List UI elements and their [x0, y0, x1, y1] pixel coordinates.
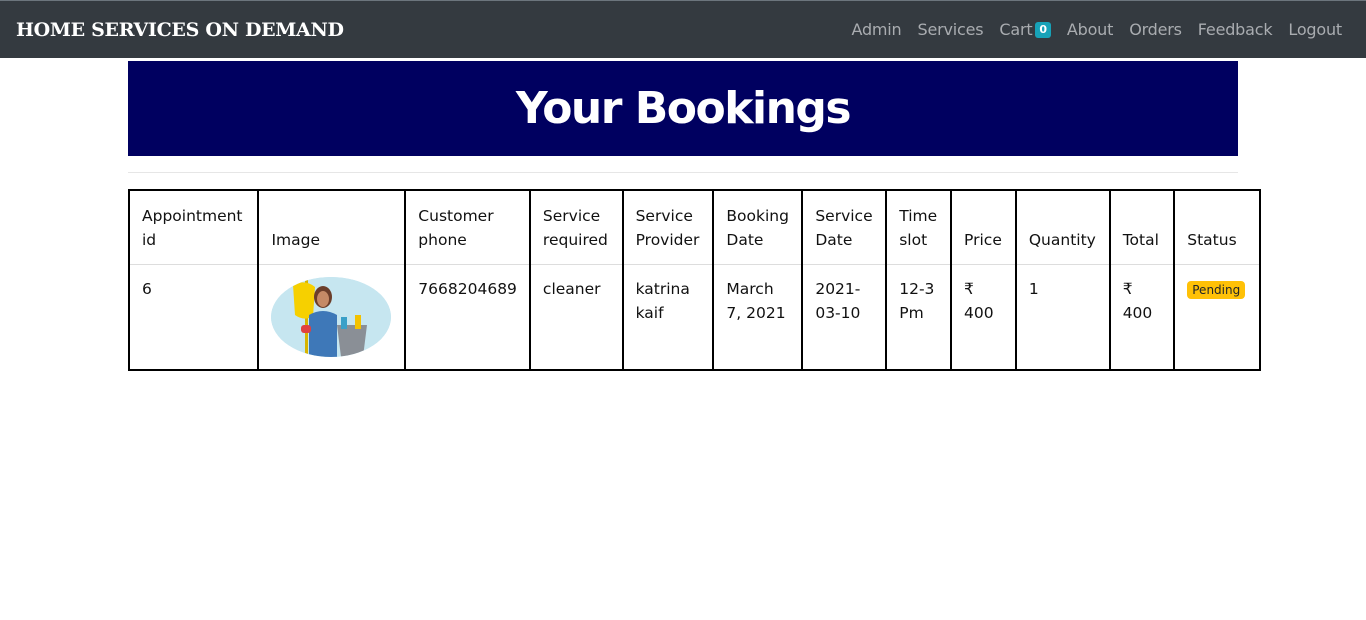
nav-services[interactable]: Services	[918, 20, 984, 39]
nav-cart[interactable]: Cart 0	[999, 20, 1051, 39]
th-booking-date: Booking Date	[712, 189, 804, 265]
cell-time-slot: 12-3 Pm	[885, 263, 953, 371]
th-time-slot: Time slot	[885, 189, 953, 265]
th-status: Status	[1173, 189, 1261, 265]
cell-image	[257, 263, 407, 371]
th-service-provider: Service Provider	[621, 189, 715, 265]
cart-count-badge: 0	[1035, 21, 1051, 38]
brand-title[interactable]: HOME SERVICES ON DEMAND	[16, 19, 344, 41]
th-service-required: Service required	[528, 189, 624, 265]
nav-logout[interactable]: Logout	[1288, 20, 1342, 39]
bookings-table: Appointment id Image Customer phone Serv…	[127, 189, 1261, 371]
nav-orders[interactable]: Orders	[1129, 20, 1182, 39]
th-price: Price	[950, 189, 1017, 265]
divider	[128, 172, 1238, 173]
cell-customer-phone: 7668204689	[404, 263, 531, 371]
cell-price: ₹ 400	[950, 263, 1017, 371]
cell-total: ₹ 400	[1108, 263, 1176, 371]
th-customer-phone: Customer phone	[404, 189, 531, 265]
table-row: 6 7668204689 cleaner katrina kaif March …	[127, 263, 1261, 371]
cell-service-provider: katrina kaif	[621, 263, 715, 371]
cell-service-required: cleaner	[528, 263, 624, 371]
cell-quantity: 1	[1014, 263, 1111, 371]
top-navbar: HOME SERVICES ON DEMAND Admin Services C…	[0, 0, 1366, 58]
page-banner: Your Bookings	[128, 61, 1238, 156]
status-badge: Pending	[1187, 280, 1246, 299]
th-quantity: Quantity	[1014, 189, 1111, 265]
table-header-row: Appointment id Image Customer phone Serv…	[127, 189, 1261, 265]
nav-admin[interactable]: Admin	[852, 20, 902, 39]
cell-booking-date: March 7, 2021	[712, 263, 804, 371]
nav-links: Admin Services Cart 0 About Orders Feedb…	[852, 20, 1351, 39]
service-image	[271, 276, 392, 357]
cell-status: Pending	[1173, 263, 1261, 371]
cell-service-date: 2021-03-10	[801, 263, 888, 371]
nav-cart-label: Cart	[999, 20, 1033, 39]
th-image: Image	[257, 189, 407, 265]
th-total: Total	[1108, 189, 1176, 265]
nav-about[interactable]: About	[1067, 20, 1114, 39]
th-appointment-id: Appointment id	[127, 189, 260, 265]
page-title: Your Bookings	[515, 83, 852, 134]
nav-feedback[interactable]: Feedback	[1198, 20, 1273, 39]
cell-appointment-id: 6	[127, 263, 260, 371]
th-service-date: Service Date	[801, 189, 888, 265]
